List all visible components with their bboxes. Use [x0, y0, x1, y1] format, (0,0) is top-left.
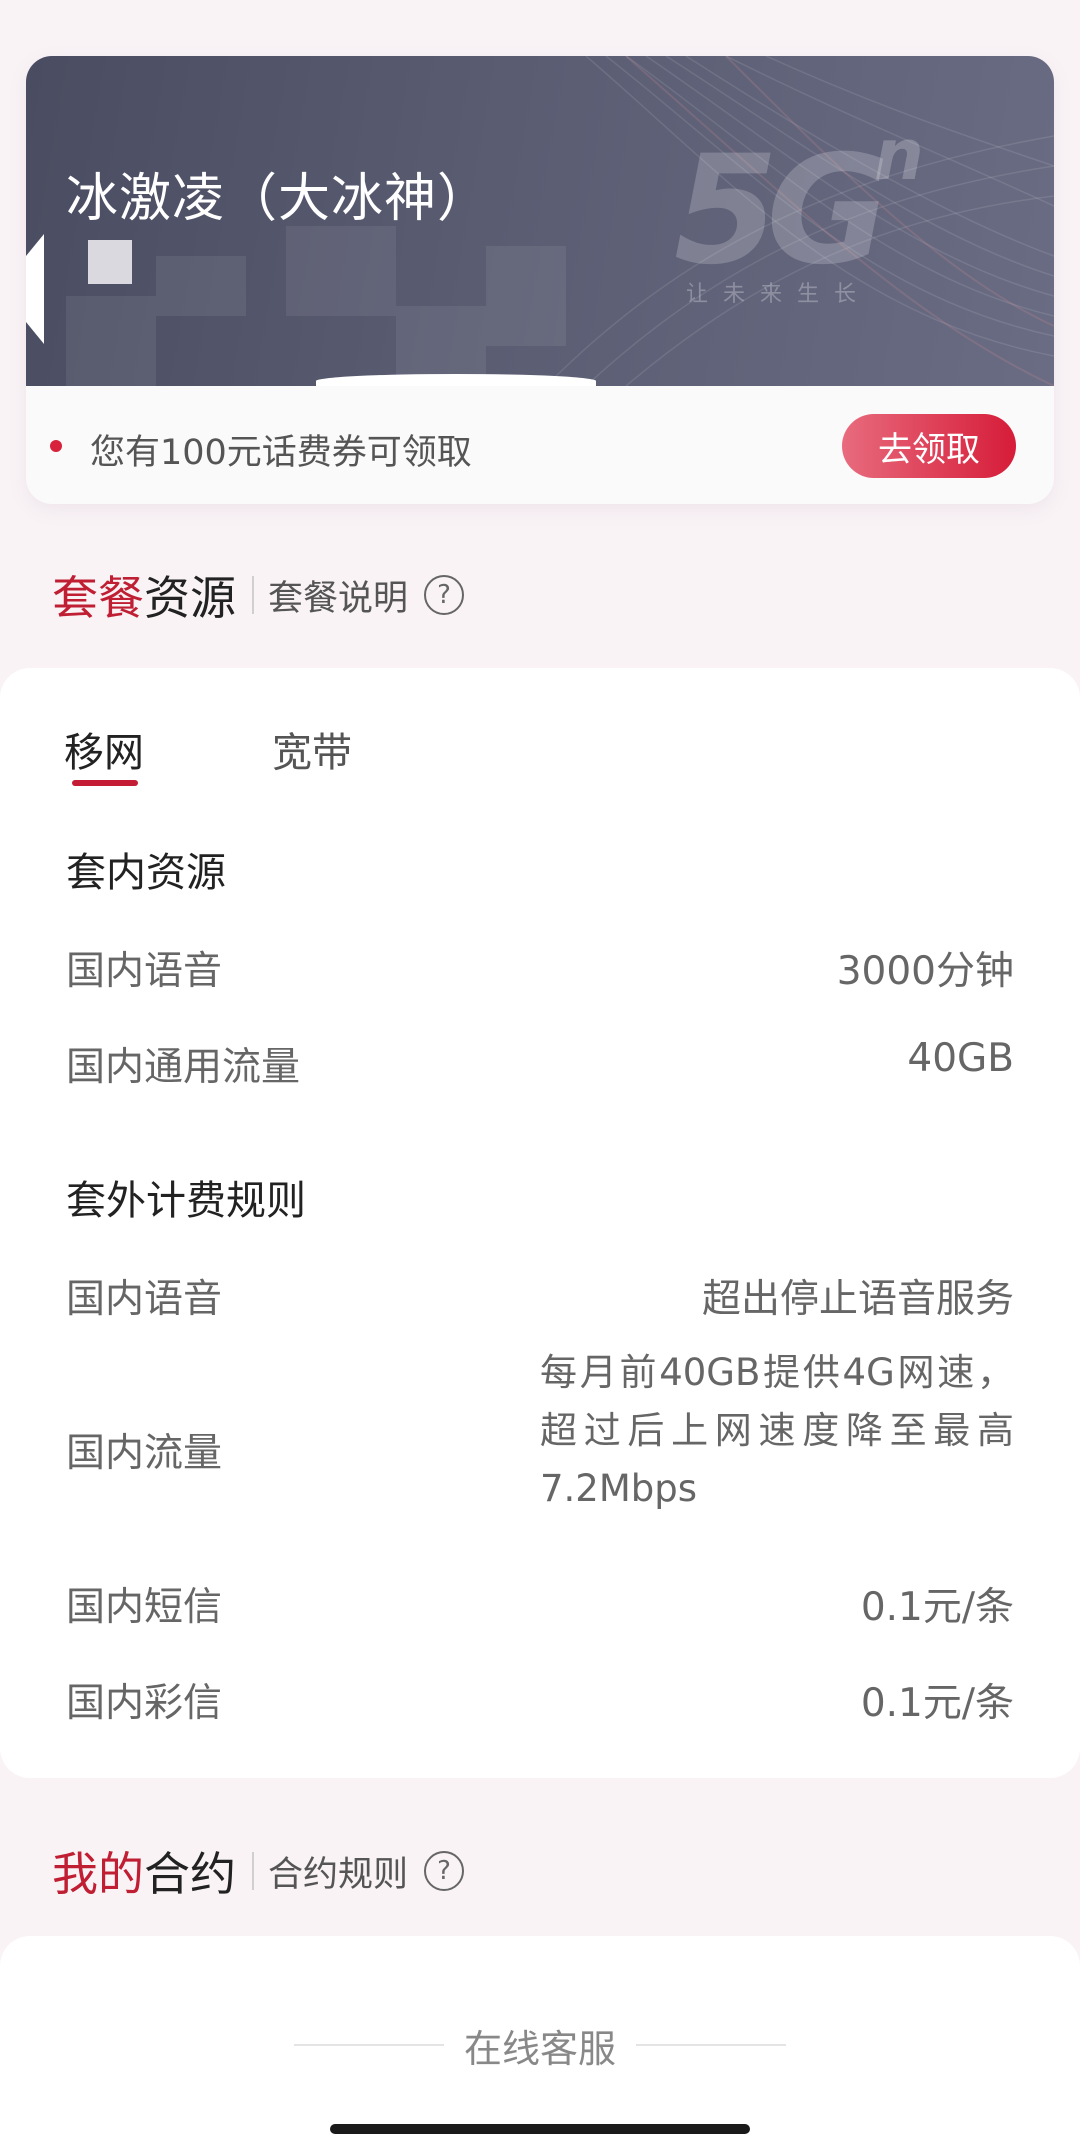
rule-row-label: 国内短信	[66, 1585, 223, 1630]
divider-line	[636, 2044, 786, 2046]
title-divider	[252, 1852, 254, 1890]
rule-row-value: 0.1元/条	[860, 1585, 1014, 1630]
contract-title-dark: 合约	[144, 1847, 236, 1901]
package-info-link[interactable]: 套餐说明	[268, 570, 408, 621]
blur-block	[156, 256, 246, 316]
resource-row-label: 国内通用流量	[66, 1045, 301, 1090]
account-banner-card: 冰激凌（大冰神） 5G n 让未来生长 您有100元话费券可领取 去领取	[26, 56, 1054, 504]
avatar	[88, 240, 132, 284]
page: 冰激凌（大冰神） 5G n 让未来生长 您有100元话费券可领取 去领取 套餐 …	[0, 0, 1080, 2152]
resource-row-value: 3000分钟	[836, 949, 1014, 994]
online-service-row[interactable]: 在线客服	[0, 2018, 1080, 2073]
active-tab-indicator	[72, 780, 138, 786]
resource-row-label: 国内语音	[66, 949, 223, 994]
overage-rules-title: 套外计费规则	[66, 1178, 306, 1224]
rule-row-label: 国内语音	[66, 1277, 223, 1322]
online-service-link[interactable]: 在线客服	[464, 2018, 616, 2073]
coupon-text: 您有100元话费券可领取	[90, 433, 472, 473]
blur-block	[286, 226, 396, 316]
rule-row-value: 每月前40GB提供4G网速，超过后上网速度降至最高7.2Mbps	[540, 1351, 1014, 1510]
rule-row-value: 超出停止语音服务	[701, 1277, 1014, 1322]
blur-block	[66, 296, 156, 386]
tab-mobile[interactable]: 移网	[64, 720, 144, 778]
logo-5g-superscript: n	[874, 114, 924, 196]
account-banner[interactable]: 冰激凌（大冰神） 5G n 让未来生长	[26, 56, 1054, 386]
banner-curve	[316, 374, 596, 386]
contract-section-header: 我的 合约 合约规则 ?	[52, 1838, 465, 1904]
rule-row-label: 国内彩信	[66, 1681, 223, 1726]
package-resources-card: 移网 宽带 套内资源 国内语音 3000分钟 国内通用流量 40GB 套外计费规…	[0, 668, 1080, 1778]
tab-broadband[interactable]: 宽带	[272, 720, 352, 778]
help-icon[interactable]: ?	[424, 575, 465, 615]
claim-coupon-button[interactable]: 去领取	[842, 414, 1016, 478]
help-icon[interactable]: ?	[424, 1851, 465, 1891]
title-divider	[252, 576, 254, 614]
rule-row-label: 国内流量	[66, 1431, 223, 1476]
coupon-dot-icon	[50, 440, 62, 452]
blur-block	[486, 246, 566, 346]
logo-5g: 5G	[674, 124, 889, 298]
logo-slogan: 让未来生长	[686, 282, 872, 307]
user-name: 冰激凌（大冰神）	[66, 169, 491, 229]
rule-row-value: 0.1元/条	[860, 1681, 1014, 1726]
divider-line	[293, 2044, 444, 2046]
contract-rules-link[interactable]: 合约规则	[268, 1846, 408, 1897]
package-title-dark: 资源	[144, 571, 236, 625]
home-indicator[interactable]	[330, 2124, 750, 2134]
coupon-row[interactable]: 您有100元话费券可领取 去领取	[26, 386, 1054, 504]
included-resources-title: 套内资源	[66, 850, 226, 896]
package-title-red: 套餐	[52, 571, 144, 625]
package-section-header: 套餐 资源 套餐说明 ?	[52, 562, 465, 628]
contract-title-red: 我的	[52, 1847, 144, 1901]
resource-row-value: 40GB	[907, 1036, 1014, 1081]
